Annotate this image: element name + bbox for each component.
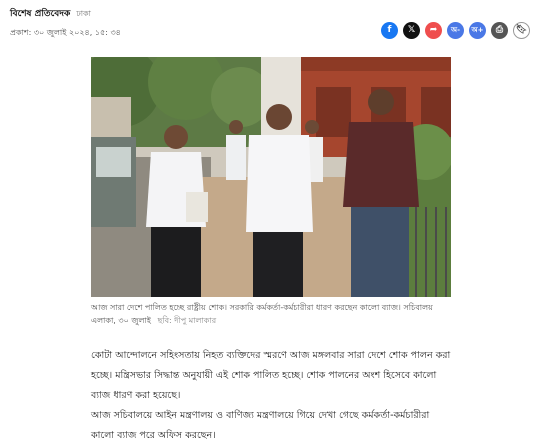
photo-caption: আজ সারা দেশে পালিত হচ্ছে রাষ্ট্রীয় শোক।… — [91, 301, 451, 327]
facebook-icon[interactable]: f — [381, 22, 398, 39]
publish-date: প্রকাশ: ৩০ জুলাই ২০২৪, ১৫: ৩৪ — [10, 28, 121, 37]
photo-credit: ছবি: দীপু মালাকার — [157, 316, 217, 325]
print-icon[interactable]: ⎙ — [491, 22, 508, 39]
article-paragraph-2: আজ সচিবালয়ে আইন মন্ত্রণালয় ও বাণিজ্য ম… — [91, 410, 430, 440]
share-toolbar: f 𝕏 ➦ অ- অ+ ⎙ 🔖︎ — [381, 22, 530, 39]
author-name[interactable]: বিশেষ প্রতিবেদক — [10, 9, 70, 19]
font-increase-icon[interactable]: অ+ — [469, 22, 486, 39]
dateline-place: ঢাকা — [76, 9, 91, 18]
caption-text: আজ সারা দেশে পালিত হচ্ছে রাষ্ট্রীয় শোক।… — [91, 303, 433, 325]
share-icon[interactable]: ➦ — [425, 22, 442, 39]
byline: বিশেষ প্রতিবেদক ঢাকা — [10, 6, 91, 21]
article-paragraph-1: কোটা আন্দোলনে সহিংসতায় নিহত ব্যক্তিদের … — [91, 350, 451, 401]
bookmark-icon[interactable]: 🔖︎ — [513, 22, 530, 39]
font-decrease-icon[interactable]: অ- — [447, 22, 464, 39]
x-twitter-icon[interactable]: 𝕏 — [403, 22, 420, 39]
news-photo — [91, 57, 451, 297]
